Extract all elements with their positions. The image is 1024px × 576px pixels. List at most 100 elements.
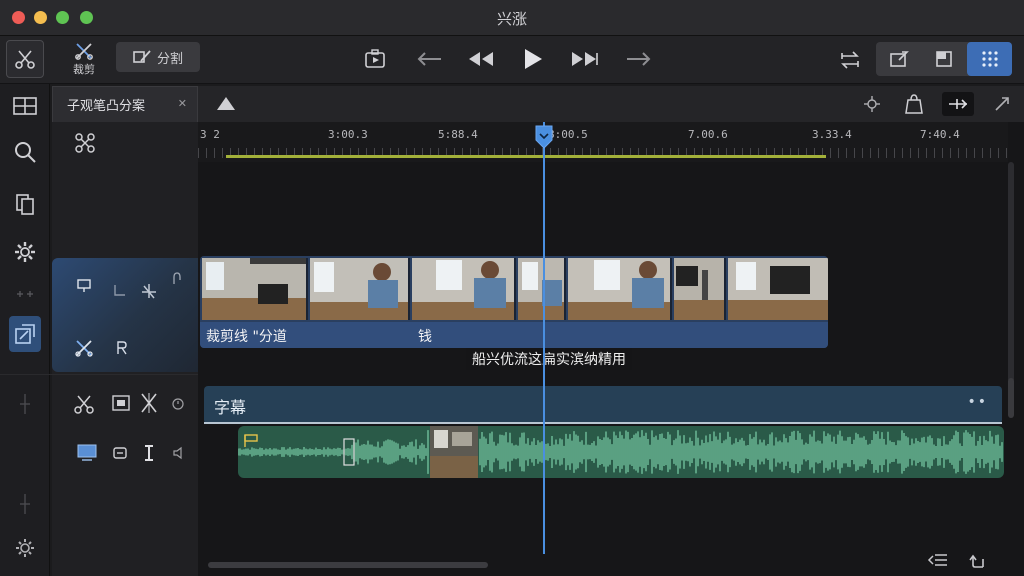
sidebar-divider-icon (9, 286, 41, 302)
clip-thumbnail (518, 258, 564, 320)
horizontal-scrollbar-thumb[interactable] (208, 562, 488, 568)
playhead-handle-icon[interactable] (533, 124, 555, 150)
search-icon (15, 142, 36, 163)
window-title: 兴涨 (496, 10, 527, 28)
play-button[interactable] (518, 46, 548, 72)
video-track[interactable]: 裁剪线 "分道 钱 (200, 256, 828, 348)
video-clip[interactable] (728, 258, 828, 320)
caption-split-toggle[interactable] (138, 390, 160, 416)
arrow-left-icon (417, 52, 441, 66)
fast-forward-button[interactable] (570, 46, 600, 72)
sidebar-track-marker-2 (9, 488, 41, 520)
link-icon (173, 272, 181, 284)
sidebar-track-marker-1 (9, 388, 41, 420)
audio-monitor-toggle[interactable] (74, 442, 100, 464)
audio-edit-marker-icon[interactable] (342, 438, 356, 466)
audio-volume-toggle[interactable] (170, 444, 188, 462)
clip-overlay-button[interactable] (898, 92, 930, 116)
split-button[interactable]: 分割 (116, 42, 200, 72)
view-mode-grid[interactable] (967, 42, 1012, 76)
timeline-area: 3 2 3:00.3 5:88.4 8:00.5 7.00.6 3.33.4 7… (198, 122, 1024, 576)
video-clip[interactable] (412, 258, 516, 320)
time-ruler[interactable]: 3 2 3:00.3 5:88.4 8:00.5 7.00.6 3.33.4 7… (198, 122, 1008, 162)
caption-clock-toggle[interactable] (170, 396, 186, 412)
video-track-header (52, 258, 198, 372)
video-clip[interactable] (310, 258, 410, 320)
trim-tool-label: 裁剪 (73, 63, 95, 76)
caption-film-toggle[interactable] (110, 392, 132, 414)
audio-text-cursor-toggle[interactable] (140, 442, 158, 464)
track-lock-toggle[interactable] (110, 280, 130, 300)
close-icon[interactable]: ✕ (178, 97, 187, 110)
clip-thumbnail (568, 258, 670, 320)
rewind-button[interactable] (466, 46, 496, 72)
caption-track-menu[interactable]: •• (967, 394, 988, 410)
snap-icon (864, 96, 880, 112)
video-clip[interactable] (518, 258, 566, 320)
audio-track[interactable] (238, 426, 1004, 478)
record-r-icon (117, 341, 127, 355)
sidebar-settings-button[interactable] (9, 236, 41, 268)
ruler-cut-tool[interactable] (68, 128, 102, 158)
grid-icon (981, 51, 998, 67)
trim-tool-button[interactable]: 裁剪 (64, 38, 104, 80)
ruler-tick-label: 7:40.4 (920, 128, 960, 141)
step-back-button[interactable] (414, 46, 444, 72)
video-clip[interactable] (674, 258, 726, 320)
sidebar-preferences-button[interactable] (9, 532, 41, 564)
caption-track[interactable]: 字幕 •• (204, 386, 1002, 424)
split-label: 分割 (156, 51, 183, 67)
track-sync-toggle[interactable] (168, 270, 186, 288)
cut-x-icon (141, 393, 157, 413)
tab-strip: 子观笔凸分案 ✕ (52, 86, 1024, 122)
clip-thumbnail (430, 426, 478, 478)
cut-cross-icon (142, 284, 156, 299)
zoom-out-button[interactable] (926, 548, 950, 572)
track-trim-tool[interactable] (72, 336, 96, 360)
snap-button[interactable] (856, 92, 888, 116)
sidebar-layout-button[interactable] (9, 90, 41, 122)
audio-clip-thumbnail[interactable] (430, 426, 478, 478)
video-clip[interactable] (202, 258, 308, 320)
undo-button[interactable] (966, 548, 990, 572)
add-marker-button[interactable] (202, 86, 250, 122)
arrow-right-icon (627, 52, 651, 66)
scissors-icon (74, 395, 94, 414)
vertical-scrollbar-track[interactable] (1008, 162, 1014, 382)
fit-width-button[interactable] (942, 92, 974, 116)
ruler-tick-label: 5:88.4 (438, 128, 478, 141)
audio-box-toggle[interactable] (110, 444, 130, 462)
swap-button[interactable] (834, 44, 866, 76)
playhead-line[interactable] (543, 122, 545, 554)
swap-icon (841, 51, 859, 69)
track-record-toggle[interactable] (112, 338, 132, 358)
cut-tool-button[interactable] (6, 40, 44, 78)
tab-project[interactable]: 子观笔凸分案 ✕ (52, 86, 198, 122)
video-clip[interactable] (568, 258, 672, 320)
vertical-scrollbar-thumb[interactable] (1008, 378, 1014, 418)
view-mode-layout[interactable] (921, 42, 966, 76)
ruler-tick-label: 3 2 (200, 128, 220, 141)
step-forward-button[interactable] (624, 46, 654, 72)
view-mode-segmented-control (876, 42, 1012, 76)
corner-icon (114, 285, 125, 296)
sidebar-edit-button[interactable] (9, 316, 41, 352)
monitor-icon (77, 279, 91, 292)
caption-cut-tool[interactable] (70, 390, 98, 418)
sidebar-search-button[interactable] (9, 136, 41, 168)
clipboard-button[interactable] (360, 46, 390, 72)
clip-thumbnail (310, 258, 408, 320)
sidebar-documents-button[interactable] (9, 188, 41, 220)
track-monitor-toggle[interactable] (72, 274, 96, 298)
view-mode-export[interactable] (876, 42, 921, 76)
gear-icon (15, 242, 35, 262)
clip-thumbnail (202, 258, 306, 320)
zoom-lines-icon (927, 554, 947, 566)
expand-button[interactable] (986, 92, 1018, 116)
track-split-toggle[interactable] (138, 280, 160, 302)
text-cursor-icon (145, 445, 153, 461)
bag-icon (905, 94, 923, 114)
ruler-in-out-range (226, 155, 826, 158)
ruler-tick-label: 3.33.4 (812, 128, 852, 141)
title-bar: 兴涨 (0, 0, 1024, 36)
